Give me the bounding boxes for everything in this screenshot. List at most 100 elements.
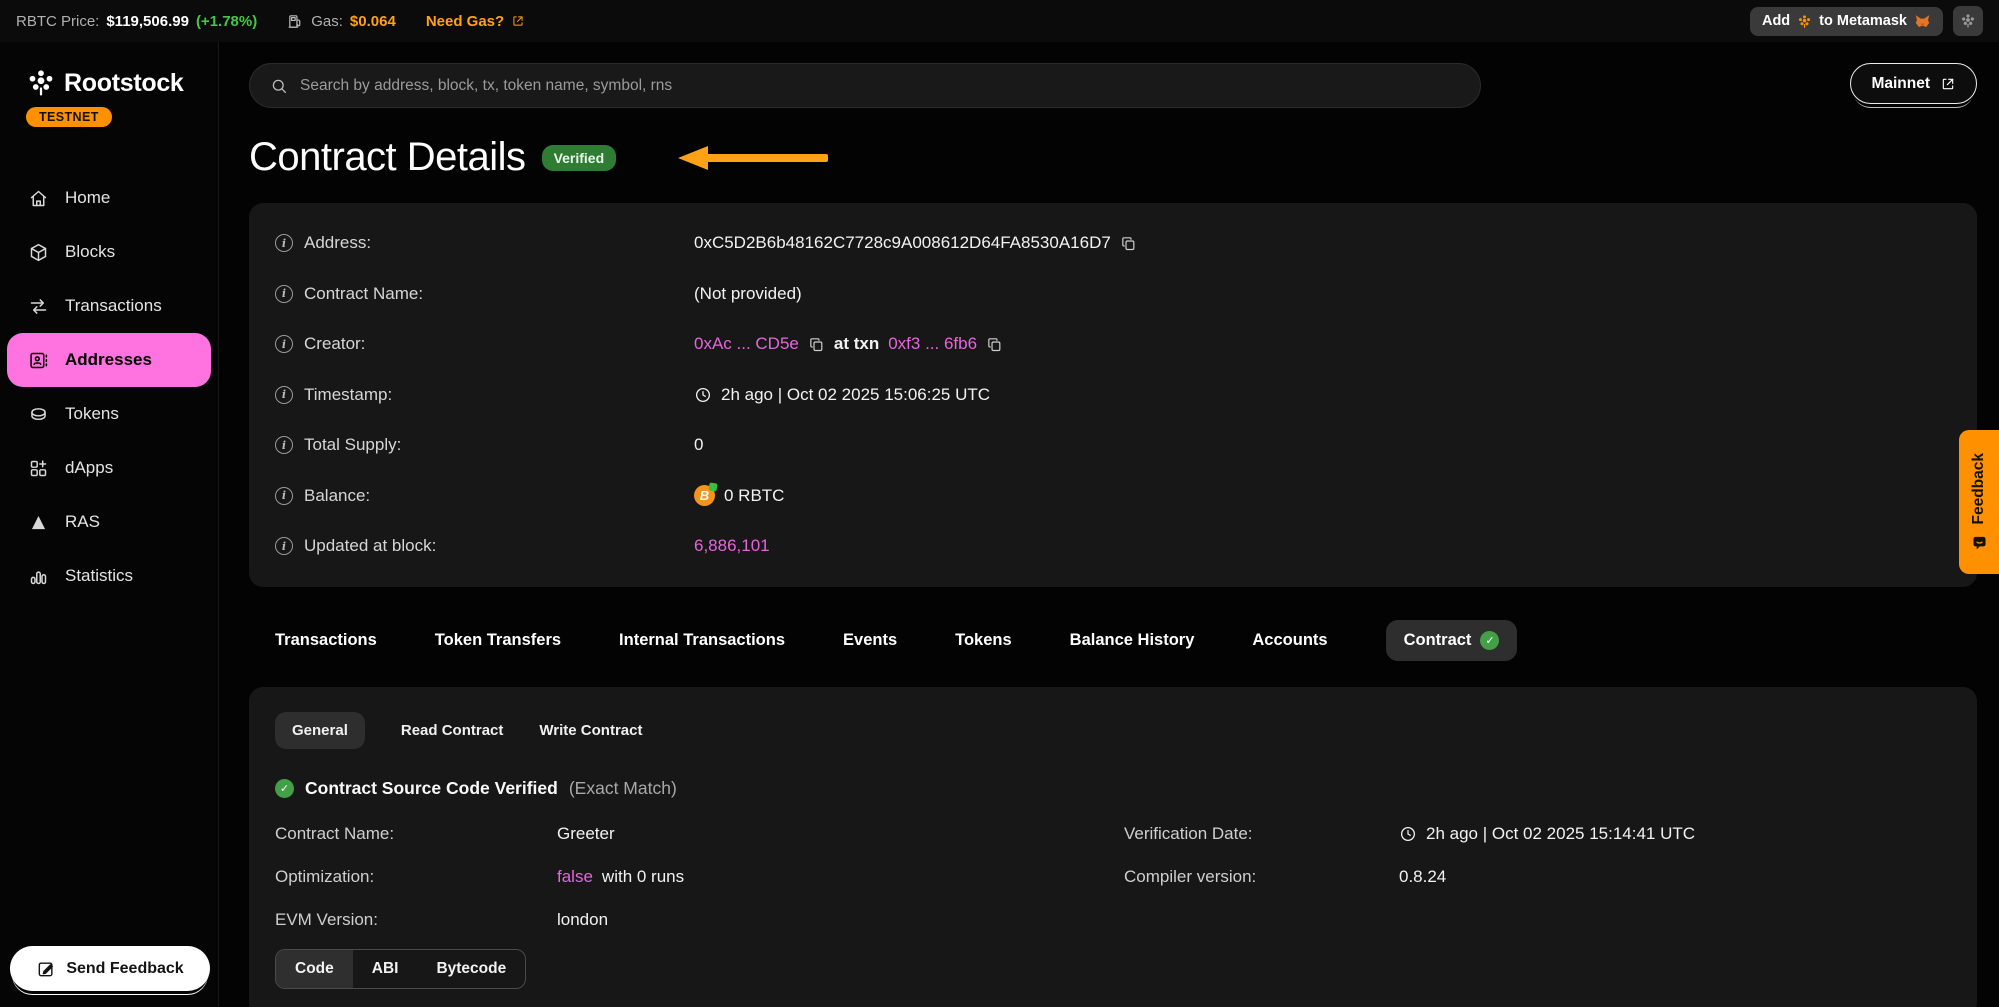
coin-icon (26, 404, 50, 425)
price-change: (+1.78%) (196, 13, 257, 30)
verification-date: 2h ago | Oct 02 2025 15:14:41 UTC (1399, 824, 1951, 844)
copy-icon[interactable] (986, 336, 1003, 353)
subtab-write-contract[interactable]: Write Contract (539, 722, 642, 739)
rootstock-flower-icon (1797, 14, 1812, 29)
balance-value: 0 RBTC (724, 486, 784, 506)
external-link-icon (511, 14, 525, 28)
search-bar[interactable] (249, 63, 1481, 108)
sidebar-item-home[interactable]: Home (0, 171, 218, 225)
code-tab-code[interactable]: Code (276, 950, 353, 988)
info-icon: i (275, 487, 293, 505)
rootstock-settings-button[interactable] (1953, 6, 1983, 36)
sidebar-item-dapps[interactable]: dApps (0, 441, 218, 495)
info-icon: i (275, 335, 293, 353)
metamask-fox-icon (1914, 13, 1931, 30)
bar-chart-icon (26, 566, 50, 587)
check-circle-icon: ✓ (275, 779, 294, 798)
need-gas-link[interactable]: Need Gas? (426, 13, 525, 30)
optimization-value: false with 0 runs (557, 867, 1124, 887)
contract-details-card: i Address: 0xC5D2B6b48162C7728c9A008612D… (249, 203, 1977, 587)
pencil-note-icon (36, 959, 56, 979)
feedback-chat-icon (1971, 534, 1988, 551)
detail-row-address: i Address: 0xC5D2B6b48162C7728c9A008612D… (275, 218, 1951, 269)
contract-name-value: (Not provided) (694, 284, 802, 304)
verification-fields: Contract Name: Greeter Verification Date… (275, 824, 1951, 930)
timestamp-value: 2h ago | Oct 02 2025 15:06:25 UTC (721, 385, 990, 405)
tab-tokens[interactable]: Tokens (955, 631, 1012, 650)
sidebar-menu: Home Blocks Transactions Addresses Token… (0, 171, 218, 603)
tab-token-transfers[interactable]: Token Transfers (435, 631, 561, 650)
arrows-swap-icon (26, 296, 50, 317)
sidebar-item-statistics[interactable]: Statistics (0, 549, 218, 603)
sidebar-item-tokens[interactable]: Tokens (0, 387, 218, 441)
sidebar-item-blocks[interactable]: Blocks (0, 225, 218, 279)
add-to-metamask-button[interactable]: Add to Metamask (1750, 7, 1943, 36)
info-icon: i (275, 386, 293, 404)
copy-icon[interactable] (808, 336, 825, 353)
info-icon: i (275, 537, 293, 555)
detail-row-timestamp: i Timestamp: 2h ago | Oct 02 2025 15:06:… (275, 370, 1951, 421)
grid-plus-icon (26, 458, 50, 479)
info-icon: i (275, 234, 293, 252)
app-window: RBTC Price: $119,506.99 (+1.78%) Gas: $0… (0, 0, 1999, 1007)
sidebar-item-addresses[interactable]: Addresses (7, 333, 211, 387)
gas-value: $0.064 (350, 13, 396, 30)
mainnet-switch-button[interactable]: Mainnet (1850, 63, 1977, 104)
verified-badge: Verified (542, 145, 617, 171)
rootstock-logo-icon (26, 68, 56, 98)
top-status-bar: RBTC Price: $119,506.99 (+1.78%) Gas: $0… (0, 0, 1999, 42)
source-verified-line: ✓ Contract Source Code Verified (Exact M… (275, 778, 1951, 799)
sidebar-item-ras[interactable]: RAS (0, 495, 218, 549)
sidebar: Rootstock TESTNET Home Blocks Transactio… (0, 42, 219, 1007)
rbtc-coin-icon: B (694, 485, 715, 506)
check-icon: ✓ (1480, 631, 1499, 650)
tab-transactions[interactable]: Transactions (275, 631, 377, 650)
code-tab-bytecode[interactable]: Bytecode (417, 950, 525, 988)
brand-name: Rootstock (64, 69, 184, 98)
code-view-tabs: Code ABI Bytecode (275, 949, 526, 989)
main-content: Mainnet Contract Details Verified i Addr… (220, 42, 1999, 1007)
price-label: RBTC Price: (16, 13, 99, 30)
evm-version: london (557, 910, 1124, 930)
compiler-version: 0.8.24 (1399, 867, 1951, 887)
gas-info: Gas: $0.064 (287, 13, 396, 30)
creation-txn-link[interactable]: 0xf3 ... 6fb6 (888, 334, 977, 354)
search-input[interactable] (300, 77, 1460, 95)
copy-icon[interactable] (1120, 235, 1137, 252)
contact-card-icon (26, 350, 50, 371)
mountain-icon (26, 512, 50, 533)
contract-name: Greeter (557, 824, 1124, 844)
sidebar-item-transactions[interactable]: Transactions (0, 279, 218, 333)
tab-accounts[interactable]: Accounts (1252, 631, 1327, 650)
detail-row-total-supply: i Total Supply: 0 (275, 420, 1951, 471)
tab-balance-history[interactable]: Balance History (1070, 631, 1195, 650)
updated-block-link[interactable]: 6,886,101 (694, 536, 770, 556)
gas-pump-icon (287, 13, 304, 30)
price-value: $119,506.99 (106, 13, 189, 30)
total-supply-value: 0 (694, 435, 703, 455)
tab-contract[interactable]: Contract ✓ (1386, 620, 1518, 661)
subtab-read-contract[interactable]: Read Contract (401, 722, 504, 739)
detail-row-updated-block: i Updated at block: 6,886,101 (275, 521, 1951, 572)
feedback-edge-tab[interactable]: Feedback (1959, 430, 1999, 574)
search-icon (270, 77, 288, 95)
tab-events[interactable]: Events (843, 631, 897, 650)
home-icon (26, 188, 50, 209)
code-tab-abi[interactable]: ABI (353, 950, 418, 988)
clock-icon (1399, 825, 1417, 843)
annotation-arrow-icon (678, 144, 828, 172)
rbtc-price: RBTC Price: $119,506.99 (+1.78%) (16, 13, 257, 30)
send-feedback-button[interactable]: Send Feedback (10, 946, 210, 991)
contract-subtabs: General Read Contract Write Contract (275, 712, 1951, 749)
info-icon: i (275, 436, 293, 454)
detail-row-creator: i Creator: 0xAc ... CD5e at txn 0xf3 ...… (275, 319, 1951, 370)
detail-row-contract-name: i Contract Name: (Not provided) (275, 269, 1951, 320)
rootstock-flower-gray-icon (1960, 13, 1976, 29)
creator-address-link[interactable]: 0xAc ... CD5e (694, 334, 799, 354)
tab-internal-transactions[interactable]: Internal Transactions (619, 631, 785, 650)
address-value: 0xC5D2B6b48162C7728c9A008612D64FA8530A16… (694, 233, 1111, 253)
external-link-icon (1940, 76, 1956, 92)
testnet-badge: TESTNET (26, 107, 112, 127)
brand[interactable]: Rootstock (0, 42, 218, 98)
subtab-general[interactable]: General (275, 712, 365, 749)
